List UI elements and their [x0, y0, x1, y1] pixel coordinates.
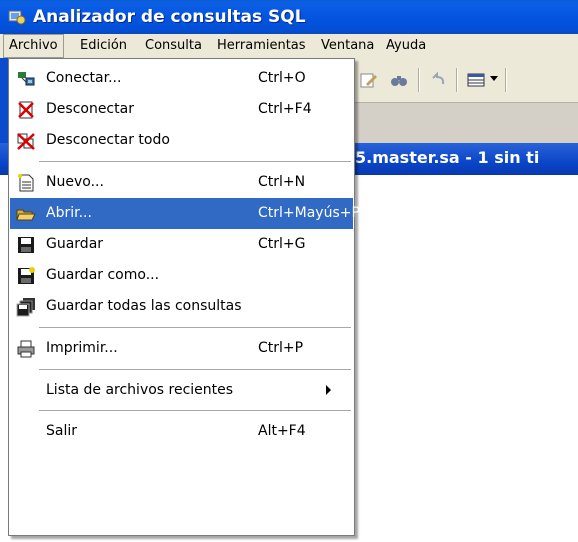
submenu-arrow-icon	[326, 385, 331, 395]
sql-analyzer-app-icon	[8, 10, 26, 25]
menu-item-label: Lista de archivos recientes	[46, 382, 234, 398]
menu-item-label: Nuevo...	[46, 174, 104, 190]
toolbar-separator	[505, 68, 507, 92]
archivo-dropdown-menu: Conectar... Ctrl+O Desconectar Ctrl+F4 D…	[8, 58, 360, 536]
menu-item-conectar[interactable]: Conectar... Ctrl+O	[10, 63, 353, 94]
menu-item-shortcut: Ctrl+G	[258, 236, 306, 252]
connect-icon	[18, 72, 35, 86]
menu-item-desconectar[interactable]: Desconectar Ctrl+F4	[10, 94, 353, 125]
chevron-down-icon[interactable]	[490, 76, 498, 82]
menu-item-guardar[interactable]: Guardar Ctrl+G	[10, 229, 353, 260]
menu-item-guardar-todas[interactable]: Guardar todas las consultas	[10, 291, 353, 322]
menu-item-abrir[interactable]: Abrir... Ctrl+Mayús+P	[10, 198, 360, 229]
save-icon	[18, 237, 34, 253]
menu-item-shortcut: Ctrl+F4	[258, 101, 312, 117]
menu-item-recientes[interactable]: Lista de archivos recientes	[10, 375, 353, 406]
toolbar-separator	[418, 68, 420, 92]
query-window-title: 5.master.sa - 1 sin ti	[355, 148, 540, 167]
menu-item-guardar-como[interactable]: Guardar como...	[10, 260, 353, 291]
menu-item-shortcut: Ctrl+Mayús+P	[258, 205, 360, 221]
menu-item-label: Desconectar todo	[46, 132, 170, 148]
menu-item-label: Imprimir...	[46, 340, 118, 356]
menu-item-label: Conectar...	[46, 70, 122, 86]
edit-icon[interactable]	[358, 70, 378, 90]
print-icon	[17, 340, 35, 358]
window-titlebar[interactable]: Analizador de consultas SQL	[0, 0, 578, 34]
menu-item-shortcut: Ctrl+N	[258, 174, 306, 190]
menu-item-label: Salir	[46, 423, 78, 439]
undo-icon[interactable]	[428, 70, 448, 90]
menu-archivo[interactable]: Archivo	[3, 34, 64, 58]
toolbar-separator	[456, 68, 458, 92]
menu-separator	[39, 327, 351, 328]
menu-item-label: Desconectar	[46, 101, 134, 117]
menu-herramientas[interactable]: Herramientas	[212, 34, 311, 58]
menu-bar: Archivo Edición Consulta Herramientas Ve…	[0, 34, 578, 58]
find-icon[interactable]	[389, 70, 409, 90]
menu-consulta[interactable]: Consulta	[140, 34, 207, 58]
menu-item-shortcut: Ctrl+P	[258, 340, 304, 356]
menu-item-label: Guardar todas las consultas	[46, 298, 242, 314]
disconnect-all-icon	[17, 133, 35, 150]
save-as-icon	[18, 267, 35, 284]
disconnect-icon	[18, 101, 34, 119]
menu-edicion[interactable]: Edición	[75, 34, 132, 58]
new-document-icon	[18, 174, 34, 192]
menu-separator	[39, 369, 351, 370]
open-folder-icon	[16, 209, 36, 221]
menu-item-salir[interactable]: Salir Alt+F4	[10, 416, 353, 447]
menu-item-shortcut: Ctrl+O	[258, 70, 306, 86]
menu-item-label: Abrir...	[46, 205, 92, 221]
menu-ventana[interactable]: Ventana	[316, 34, 379, 58]
menu-ayuda[interactable]: Ayuda	[381, 34, 431, 58]
grid-results-icon[interactable]	[466, 70, 486, 90]
menu-separator	[39, 410, 351, 411]
menu-separator	[39, 161, 351, 162]
menu-item-imprimir[interactable]: Imprimir... Ctrl+P	[10, 333, 353, 364]
menu-item-label: Guardar como...	[46, 267, 160, 283]
save-all-icon	[16, 298, 35, 317]
menu-item-nuevo[interactable]: Nuevo... Ctrl+N	[10, 167, 353, 198]
menu-item-label: Guardar	[46, 236, 104, 252]
menu-item-desconectar-todo[interactable]: Desconectar todo	[10, 125, 353, 156]
menu-item-shortcut: Alt+F4	[258, 423, 306, 439]
window-title: Analizador de consultas SQL	[33, 7, 306, 27]
